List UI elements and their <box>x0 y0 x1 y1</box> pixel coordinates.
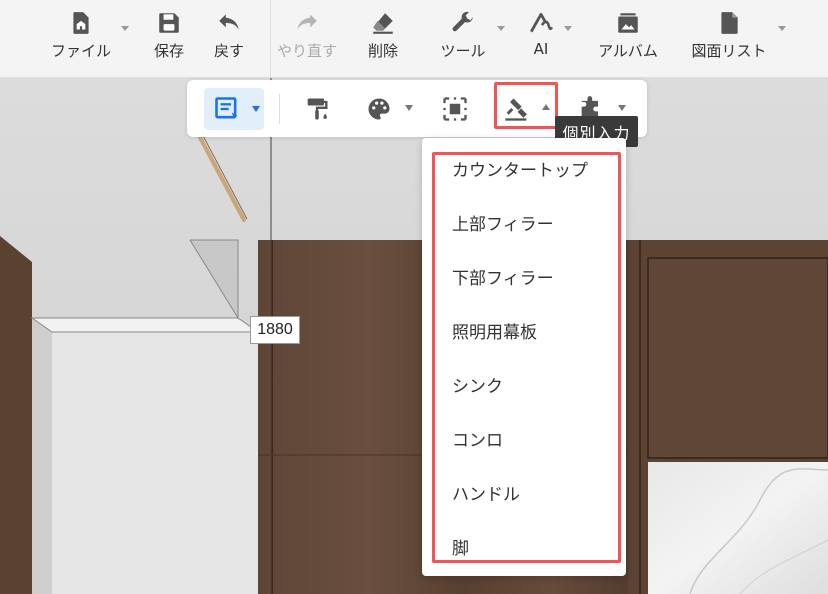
toolbar-redo-label: やり直す <box>276 42 337 60</box>
undo-icon <box>219 14 239 30</box>
redo-icon <box>297 14 317 30</box>
toolbar-album-label: アルバム <box>598 42 658 60</box>
cabinet-panel-white-face <box>52 332 258 594</box>
toolbar-delete-button[interactable]: 削除 <box>364 10 402 70</box>
menu-item-handle[interactable]: ハンドル <box>452 477 520 507</box>
toolbar-tools-label: ツール <box>440 42 486 60</box>
file-icon <box>73 12 89 34</box>
sub-toolbar-separator <box>279 94 280 124</box>
menu-item-upper-filler[interactable]: 上部フィラー <box>452 207 554 237</box>
select-list-icon <box>215 97 238 119</box>
menu-item-lower-filler[interactable]: 下部フィラー <box>452 261 554 291</box>
individual-input-button[interactable] <box>499 88 535 130</box>
toolbar-tools-caret[interactable] <box>497 26 505 31</box>
ai-icon <box>530 12 553 33</box>
palette-icon <box>368 98 390 120</box>
marble-counter <box>648 462 828 594</box>
toolbar-file-label: ファイル <box>50 42 111 60</box>
menu-item-leg[interactable]: 脚 <box>452 531 469 561</box>
main-toolbar: ファイル 保存 戻す やり直す 削除 ツール AI アルバム 図面リスト <box>0 0 828 78</box>
toolbar-tools-button[interactable]: ツール <box>436 10 490 70</box>
paint-roller-button[interactable] <box>299 88 335 130</box>
wrench-icon <box>452 11 473 32</box>
toolbar-save-button[interactable]: 保存 <box>150 10 188 70</box>
document-icon <box>721 12 738 34</box>
toolbar-drawing-list-label: 図面リスト <box>691 42 767 60</box>
toolbar-undo-label: 戻す <box>213 42 244 60</box>
cabinet-side-left <box>0 236 32 594</box>
toolbar-file-caret[interactable] <box>121 26 129 31</box>
save-icon <box>159 13 179 33</box>
toolbar-delete-label: 削除 <box>367 42 398 60</box>
wood-door-frame <box>647 257 828 459</box>
cabinet-panel-white <box>32 318 52 594</box>
toolbar-ai-caret[interactable] <box>564 26 572 31</box>
frame-select-button[interactable] <box>437 88 473 130</box>
toolbar-save-label: 保存 <box>153 42 184 60</box>
toolbar-divider <box>270 0 271 78</box>
individual-input-caret[interactable] <box>542 104 550 110</box>
dimension-label[interactable]: 1880 <box>250 316 300 344</box>
select-tool-button[interactable] <box>204 88 264 130</box>
gavel-icon <box>505 98 527 121</box>
toolbar-ai-label: AI <box>533 40 549 58</box>
toolbar-ai-button[interactable]: AI <box>524 10 558 70</box>
toolbar-undo-button[interactable]: 戻す <box>210 10 248 70</box>
album-icon <box>618 13 638 33</box>
palette-button[interactable] <box>361 88 397 130</box>
frame-select-icon <box>443 97 467 121</box>
menu-item-stove[interactable]: コンロ <box>452 423 503 453</box>
cabinet-top-shelf <box>30 317 260 333</box>
individual-input-menu: カウンタートップ 上部フィラー 下部フィラー 照明用幕板 シンク コンロ ハンド… <box>422 138 626 576</box>
toolbar-redo-button[interactable]: やり直す <box>272 10 342 70</box>
toolbar-drawing-list-button[interactable]: 図面リスト <box>686 10 772 70</box>
palette-caret[interactable] <box>405 105 413 111</box>
menu-item-lighting-valance[interactable]: 照明用幕板 <box>452 315 537 345</box>
paint-roller-icon <box>307 98 328 120</box>
menu-item-countertop[interactable]: カウンタートップ <box>452 153 588 183</box>
menu-item-sink[interactable]: シンク <box>452 369 503 399</box>
select-tool-caret[interactable] <box>252 106 260 112</box>
toolbar-file-button[interactable]: ファイル <box>48 10 114 70</box>
eraser-icon <box>373 13 393 34</box>
toolbar-album-button[interactable]: アルバム <box>594 10 662 70</box>
plugin-caret[interactable] <box>618 105 626 111</box>
toolbar-drawing-list-caret[interactable] <box>778 26 786 31</box>
